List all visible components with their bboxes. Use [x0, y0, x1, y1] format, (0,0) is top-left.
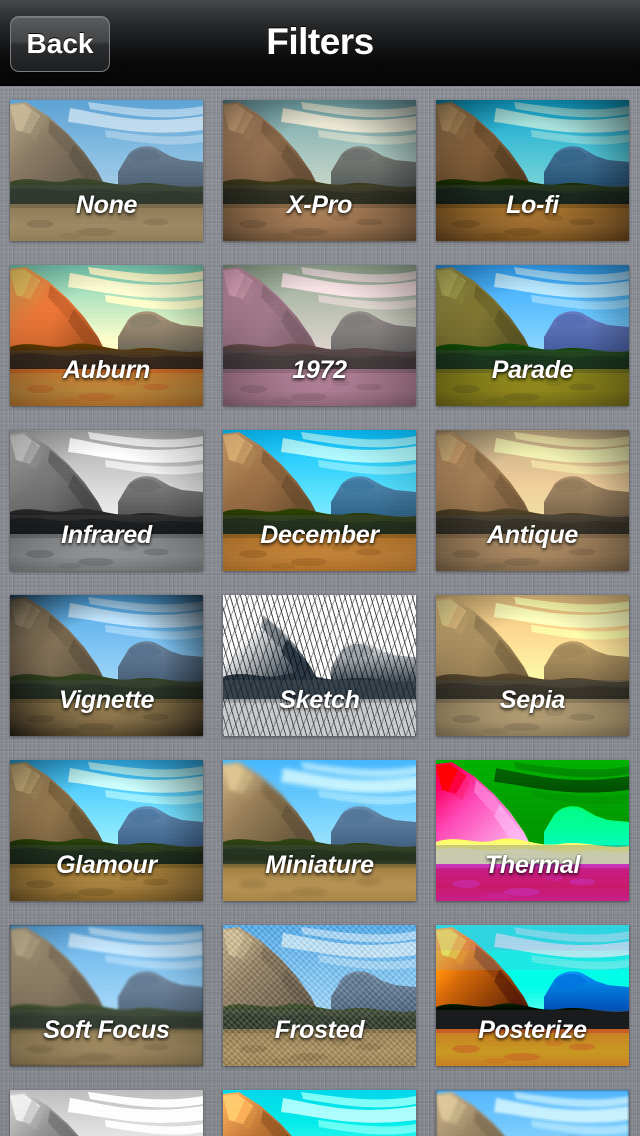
filter-preview-image [436, 1090, 629, 1136]
filter-cell-frosted[interactable]: Frosted [223, 925, 416, 1066]
filter-label: X-Pro [286, 191, 353, 219]
filter-preview-image [10, 1090, 203, 1136]
filter-label: Infrared [61, 521, 152, 549]
navigation-bar: Back Filters [0, 0, 640, 86]
filter-label: Lo-fi [506, 191, 559, 219]
filter-row: Infrared December Antique [0, 430, 640, 571]
filter-row: Auburn 1972 Parade [0, 265, 640, 406]
filter-label: Posterize [478, 1016, 587, 1044]
filter-cell-parade[interactable]: Parade [436, 265, 629, 406]
filter-preview-image [223, 1090, 416, 1136]
filter-row: None X-Pro Lo-fi [0, 100, 640, 241]
filter-row: Vignette Sketch Sepia [0, 595, 640, 736]
filter-cell-grayscale-partial[interactable] [10, 1090, 203, 1136]
page-title: Filters [266, 21, 374, 62]
filter-label: December [260, 521, 379, 549]
filter-label: Sepia [499, 686, 566, 714]
filter-cell-infrared[interactable]: Infrared [10, 430, 203, 571]
filter-cell-lo-fi[interactable]: Lo-fi [436, 100, 629, 241]
filter-cell-thermal[interactable]: Thermal [436, 760, 629, 901]
filter-label: Frosted [274, 1016, 365, 1044]
filter-grid[interactable]: None X-Pro Lo-fi Auburn 1972 Parade Infr… [0, 86, 640, 1136]
filter-label: None [75, 191, 138, 219]
filter-cell-1972[interactable]: 1972 [223, 265, 416, 406]
filter-label: Sketch [279, 686, 360, 714]
filter-cell-soft-focus[interactable]: Soft Focus [10, 925, 203, 1066]
filter-cell-december[interactable]: December [223, 430, 416, 571]
filter-row [0, 1090, 640, 1136]
filter-label: Auburn [62, 356, 151, 384]
filter-cell-sketch[interactable]: Sketch [223, 595, 416, 736]
filter-cell-posterize[interactable]: Posterize [436, 925, 629, 1066]
filter-cell-blursky-partial[interactable] [436, 1090, 629, 1136]
filter-label: Soft Focus [43, 1016, 170, 1044]
filter-cell-vignette[interactable]: Vignette [10, 595, 203, 736]
filter-label: Parade [491, 356, 574, 384]
filter-label: Thermal [484, 851, 581, 879]
filter-row: Soft Focus Frosted Posterize [0, 925, 640, 1066]
filter-label: Vignette [58, 686, 155, 714]
filter-cell-x-pro[interactable]: X-Pro [223, 100, 416, 241]
filter-label: Glamour [56, 851, 157, 879]
filter-row: Glamour Miniature Thermal [0, 760, 640, 901]
filter-cell-auburn[interactable]: Auburn [10, 265, 203, 406]
filter-cell-none[interactable]: None [10, 100, 203, 241]
filter-cell-sepia[interactable]: Sepia [436, 595, 629, 736]
filter-cell-antique[interactable]: Antique [436, 430, 629, 571]
filter-cell-glamour[interactable]: Glamour [10, 760, 203, 901]
filter-label: Miniature [265, 851, 374, 879]
filter-cell-blue-orange-partial[interactable] [223, 1090, 416, 1136]
filter-label: Antique [487, 521, 578, 549]
filter-label: 1972 [292, 356, 347, 384]
filter-cell-miniature[interactable]: Miniature [223, 760, 416, 901]
